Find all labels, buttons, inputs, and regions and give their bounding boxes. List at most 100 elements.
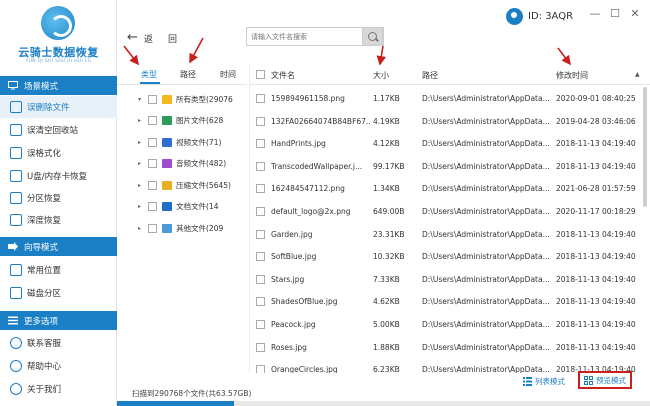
row-checkbox[interactable] <box>256 116 265 126</box>
sidebar-item-about[interactable]: 关于我们 <box>0 378 117 400</box>
sidebar-item-label: 深度恢复 <box>27 216 62 226</box>
table-row[interactable]: TranscodedWallpaper.j... 99.17KB D:\Users\… <box>250 156 642 177</box>
sidebar-item-support[interactable]: 联系客服 <box>0 332 117 354</box>
column-header-date[interactable]: 修改时间 <box>556 70 588 81</box>
expand-arrow-icon[interactable]: ▸ <box>138 203 148 210</box>
archive-file-icon <box>162 180 172 190</box>
table-row[interactable]: ShadesOfBlue.jpg 4.62KB D:\Users\Administr… <box>250 291 642 312</box>
sort-ascending-icon[interactable]: ▲ <box>635 71 640 78</box>
table-row[interactable]: HandPrints.jpg 4.12KB D:\Users\Administrat… <box>250 133 642 154</box>
row-checkbox[interactable] <box>256 207 265 216</box>
section-title: 更多选项 <box>24 316 59 327</box>
expand-arrow-icon[interactable]: ▸ <box>138 139 148 146</box>
row-checkbox[interactable] <box>256 297 265 307</box>
table-row[interactable]: SoftBlue.jpg 10.32KB D:\Users\Administrato… <box>250 246 642 267</box>
user-avatar-icon[interactable] <box>506 8 523 25</box>
tree-item[interactable]: ▸ 音频文件(482) <box>117 155 247 173</box>
file-date-cell: 2018-11-13 04:19:40 <box>556 274 636 284</box>
close-icon[interactable]: ✕ <box>628 7 642 21</box>
tree-checkbox[interactable] <box>148 202 157 211</box>
row-checkbox[interactable] <box>256 161 265 171</box>
section-header-wizard-mode: 向导模式 <box>0 237 117 256</box>
scan-progress-bar <box>117 401 650 406</box>
tree-checkbox[interactable] <box>148 116 157 125</box>
expand-arrow-icon[interactable]: ▸ <box>138 182 148 189</box>
tab-type[interactable]: 类型 <box>141 69 157 80</box>
column-header-size[interactable]: 大小 <box>373 70 389 81</box>
row-checkbox[interactable] <box>256 274 265 284</box>
list-mode-label: 列表模式 <box>535 377 565 386</box>
file-size-cell: 1.17KB <box>373 94 400 103</box>
table-row[interactable]: Roses.jpg 1.88KB D:\Users\Administrator\Ap… <box>250 337 642 358</box>
sidebar-item-deep-recovery[interactable]: 深度恢复 <box>0 209 117 231</box>
scrollbar-thumb[interactable] <box>643 87 647 207</box>
table-row[interactable]: 162484547112.png 1.34KB D:\Users\Administr… <box>250 178 642 199</box>
table-row[interactable]: 159894961158.png 1.17KB D:\Users\Administr… <box>250 88 642 109</box>
tree-item[interactable]: ▸ 其他文件(209 <box>117 219 247 237</box>
row-checkbox[interactable] <box>256 94 265 103</box>
back-arrow-icon[interactable]: ← <box>127 30 138 45</box>
expand-arrow-icon[interactable]: ▸ <box>138 160 148 167</box>
file-date-cell: 2020-09-01 08:40:25 <box>556 94 636 103</box>
sidebar-item-help[interactable]: 帮助中心 <box>0 355 117 377</box>
collapse-arrow-icon[interactable]: ▾ <box>138 96 148 103</box>
list-mode-button[interactable]: 列表模式 <box>523 376 565 387</box>
sidebar-item-recycle-bin[interactable]: 误清空回收站 <box>0 119 117 141</box>
minimize-icon[interactable]: — <box>588 7 602 21</box>
file-path-cell: D:\Users\Administrator\AppData... <box>422 116 550 126</box>
return-button[interactable]: 回 <box>168 32 177 45</box>
row-checkbox[interactable] <box>256 139 265 149</box>
tab-path[interactable]: 路径 <box>180 69 196 80</box>
tree-item[interactable]: ▸ 图片文件(628 <box>117 112 247 130</box>
video-file-icon <box>162 137 172 147</box>
sidebar-item-partition[interactable]: 分区恢复 <box>0 187 117 209</box>
column-header-name[interactable]: 文件名 <box>271 70 295 81</box>
tree-item[interactable]: ▾ 所有类型(29076 <box>117 90 247 108</box>
trash-file-icon <box>10 101 22 113</box>
sidebar-item-deleted-files[interactable]: 误删除文件 <box>0 96 117 118</box>
tree-item[interactable]: ▸ 压缩文件(5645) <box>117 176 247 194</box>
table-row[interactable]: Stars.jpg 7.33KB D:\Users\Administrator\Ap… <box>250 269 642 290</box>
maximize-icon[interactable]: ☐ <box>608 7 622 21</box>
sidebar-item-disk-partition[interactable]: 磁盘分区 <box>0 282 117 304</box>
tree-checkbox[interactable] <box>148 137 157 147</box>
select-all-checkbox[interactable] <box>256 70 265 79</box>
file-path-cell: D:\Users\Administrator\AppData... <box>422 320 550 329</box>
expand-arrow-icon[interactable]: ▸ <box>138 225 148 232</box>
recycle-bin-icon <box>10 124 22 136</box>
tree-checkbox[interactable] <box>148 159 157 168</box>
row-checkbox[interactable] <box>256 342 265 352</box>
support-icon <box>10 337 22 349</box>
row-checkbox[interactable] <box>256 365 265 373</box>
back-button[interactable]: 返 <box>144 32 153 45</box>
tree-item[interactable]: ▸ 文档文件(14 <box>117 198 247 216</box>
column-header-path[interactable]: 路径 <box>422 70 438 81</box>
file-path-cell: D:\Users\Administrator\AppData... <box>422 139 550 149</box>
row-checkbox[interactable] <box>256 229 265 239</box>
tree-checkbox[interactable] <box>148 223 157 233</box>
preview-mode-button[interactable]: 预览模式 <box>578 371 632 389</box>
table-row[interactable]: default_logo@2x.png 649.00B D:\Users\Admin… <box>250 201 642 222</box>
sidebar: 云骑士数据恢复 YUN QI SHI SHU JU HUI FU 场景模式 误删… <box>0 0 117 406</box>
sidebar-item-usb-card[interactable]: U盘/内存卡恢复 <box>0 165 117 187</box>
sidebar-item-common-location[interactable]: 常用位置 <box>0 259 117 281</box>
image-file-icon <box>162 116 172 125</box>
tree-item[interactable]: ▸ 视频文件(71) <box>117 133 247 151</box>
sidebar-item-format[interactable]: 误格式化 <box>0 142 117 164</box>
file-path-cell: D:\Users\Administrator\AppData... <box>422 365 550 373</box>
tree-checkbox[interactable] <box>148 180 157 190</box>
file-name-cell: 132FA02664074B84BF67... <box>271 116 371 126</box>
tree-checkbox[interactable] <box>148 94 157 104</box>
row-checkbox[interactable] <box>256 320 265 329</box>
table-row[interactable]: 132FA02664074B84BF67... 4.19KB D:\Users\Ad… <box>250 111 642 132</box>
table-row[interactable]: Peacock.jpg 5.00KB D:\Users\Administrator\… <box>250 314 642 335</box>
grid-view-icon <box>584 375 593 385</box>
location-icon <box>10 264 22 276</box>
search-icon[interactable] <box>362 27 383 46</box>
table-row[interactable]: Garden.jpg 23.31KB D:\Users\Administrator\… <box>250 224 642 245</box>
tab-time[interactable]: 时间 <box>220 69 236 80</box>
expand-arrow-icon[interactable]: ▸ <box>138 117 148 124</box>
file-date-cell: 2021-06-28 01:57:59 <box>556 184 636 194</box>
row-checkbox[interactable] <box>256 252 265 262</box>
row-checkbox[interactable] <box>256 184 265 194</box>
